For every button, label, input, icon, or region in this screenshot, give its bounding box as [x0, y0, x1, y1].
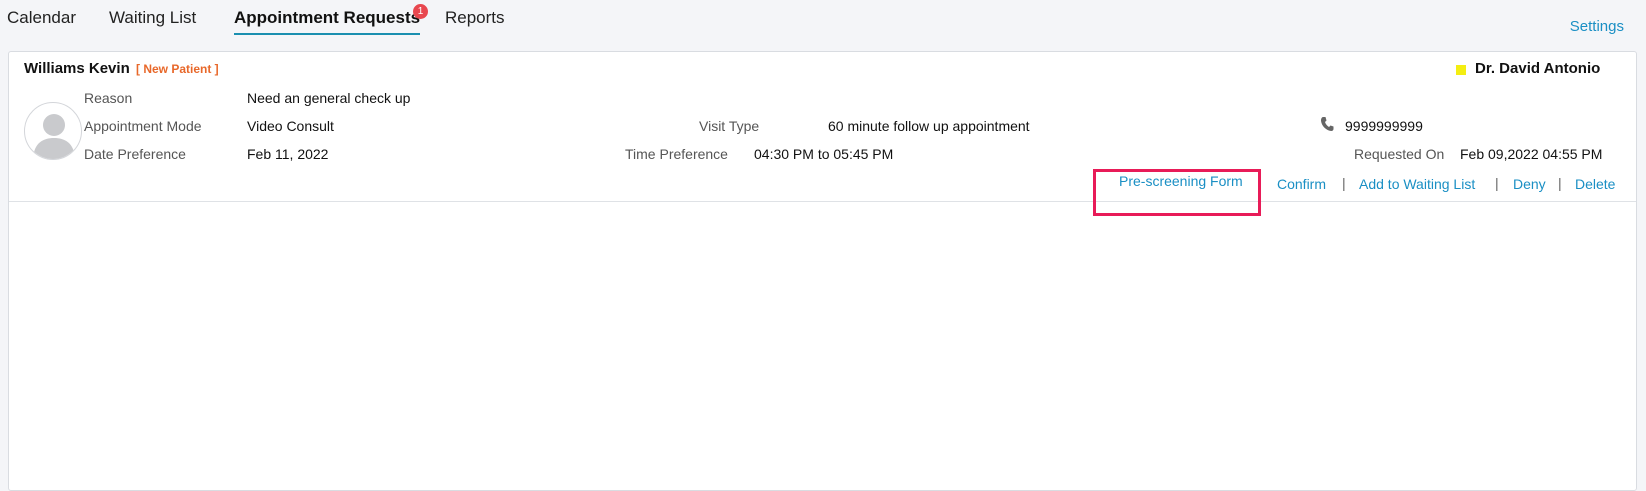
- add-to-waiting-list-link[interactable]: Add to Waiting List: [1359, 176, 1475, 192]
- appointment-request-card: Williams Kevin [ New Patient ] Dr. David…: [8, 51, 1637, 491]
- tab-reports[interactable]: Reports: [445, 8, 505, 28]
- phone-icon: [1320, 116, 1334, 137]
- date-preference-value: Feb 11, 2022: [247, 146, 329, 162]
- delete-link[interactable]: Delete: [1575, 176, 1615, 192]
- visit-type-value: 60 minute follow up appointment: [828, 118, 1030, 134]
- requested-on-label: Requested On: [1354, 146, 1445, 162]
- time-preference-value: 04:30 PM to 05:45 PM: [754, 146, 894, 162]
- doctor-color-indicator: [1456, 65, 1466, 75]
- reason-label: Reason: [84, 90, 133, 106]
- tab-appointment-requests[interactable]: Appointment Requests: [234, 8, 421, 35]
- requested-on-value: Feb 09,2022 04:55 PM: [1460, 146, 1603, 162]
- appointment-mode-value: Video Consult: [247, 118, 334, 134]
- avatar: [24, 102, 82, 160]
- appointment-mode-label: Appointment Mode: [84, 118, 202, 134]
- doctor-name: Dr. David Antonio: [1475, 60, 1601, 77]
- tab-calendar[interactable]: Calendar: [7, 8, 76, 28]
- separator: |: [1558, 175, 1562, 191]
- settings-link[interactable]: Settings: [1570, 18, 1624, 35]
- deny-link[interactable]: Deny: [1513, 176, 1546, 192]
- highlight-annotation: [1093, 169, 1261, 216]
- user-placeholder-icon: [33, 114, 75, 159]
- tab-waiting-list[interactable]: Waiting List: [109, 8, 196, 28]
- reason-value: Need an general check up: [247, 90, 411, 106]
- separator: |: [1342, 175, 1346, 191]
- date-preference-label: Date Preference: [84, 146, 186, 162]
- card-divider: [9, 201, 1636, 202]
- visit-type-label: Visit Type: [699, 118, 760, 134]
- notification-badge: 1: [413, 4, 428, 19]
- separator: |: [1495, 175, 1499, 191]
- patient-name[interactable]: Williams Kevin: [24, 60, 130, 77]
- confirm-link[interactable]: Confirm: [1277, 176, 1326, 192]
- top-navigation: Calendar Waiting List Appointment Reques…: [0, 0, 1646, 48]
- phone-number: 9999999999: [1345, 118, 1423, 134]
- new-patient-tag: [ New Patient ]: [136, 62, 219, 76]
- time-preference-label: Time Preference: [625, 146, 728, 162]
